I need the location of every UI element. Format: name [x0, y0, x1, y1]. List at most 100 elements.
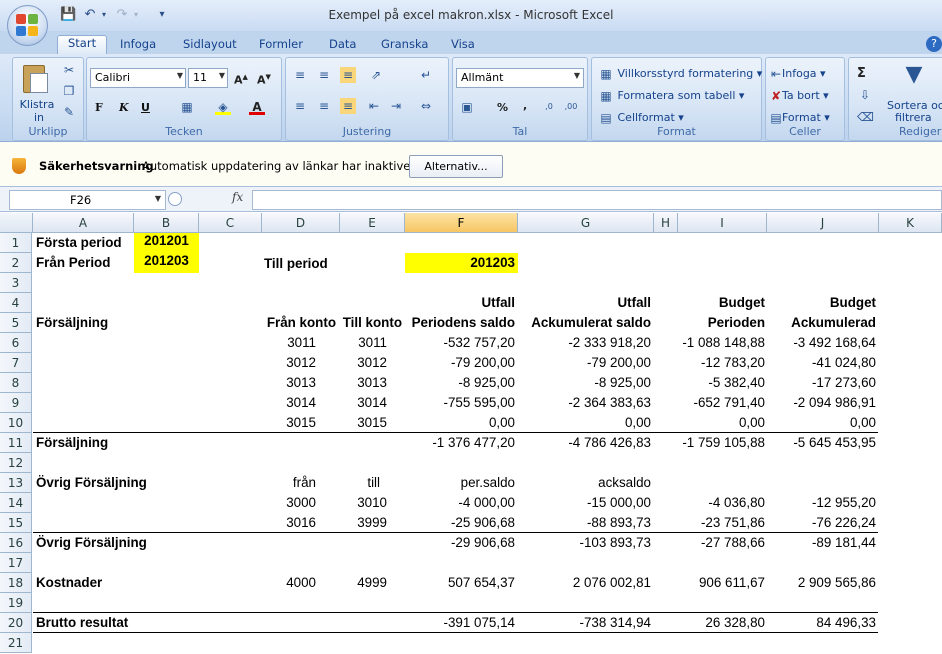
underline-button[interactable]: U: [141, 98, 150, 117]
tab-sidlayout[interactable]: Sidlayout: [183, 35, 237, 54]
row-header[interactable]: 14: [0, 493, 32, 513]
cell-j6[interactable]: -3 492 168,64: [767, 333, 876, 353]
cell-d9[interactable]: 3014: [262, 393, 316, 413]
cell-g14[interactable]: -15 000,00: [518, 493, 651, 513]
cell-e18[interactable]: 4999: [340, 573, 387, 593]
column-header-g[interactable]: G: [518, 213, 654, 233]
currency-icon[interactable]: ▣: [459, 99, 475, 115]
tab-start[interactable]: Start: [57, 35, 108, 54]
row-header[interactable]: 2: [0, 253, 32, 273]
conditional-formatting-button[interactable]: ▦ Villkorsstyrd formatering ▾: [598, 64, 762, 83]
cell-g15[interactable]: -88 893,73: [518, 513, 651, 533]
formula-input[interactable]: [252, 190, 942, 210]
cell-g9[interactable]: -2 364 383,63: [518, 393, 651, 413]
cell-j18[interactable]: 2 909 565,86: [767, 573, 876, 593]
insert-function-icon[interactable]: fx: [232, 190, 243, 204]
align-top-icon[interactable]: ≡: [292, 67, 308, 83]
cell-j10[interactable]: 0,00: [767, 413, 876, 433]
cell-a16[interactable]: Övrig Försäljning: [36, 533, 147, 553]
cell-a2[interactable]: Från Period: [36, 253, 110, 273]
cell-g13[interactable]: acksaldo: [518, 473, 651, 493]
cell-f20[interactable]: -391 075,14: [405, 613, 515, 633]
cell-f16[interactable]: -29 906,68: [405, 533, 515, 553]
row-header[interactable]: 7: [0, 353, 32, 373]
tab-granska[interactable]: Granska: [381, 35, 428, 54]
undo-dropdown-icon[interactable]: ▾: [96, 7, 112, 23]
help-icon[interactable]: ?: [926, 36, 942, 52]
column-header-i[interactable]: I: [678, 213, 767, 233]
decrease-decimal-icon[interactable]: ,00: [563, 99, 579, 115]
tab-data[interactable]: Data: [329, 35, 356, 54]
cell-f9[interactable]: -755 595,00: [405, 393, 515, 413]
sort-filter-icon[interactable]: ▼: [901, 62, 927, 88]
cell-f10[interactable]: 0,00: [405, 413, 515, 433]
cell-j11[interactable]: -5 645 453,95: [767, 433, 876, 453]
column-header-d[interactable]: D: [262, 213, 340, 233]
delete-cells-button[interactable]: ✘Ta bort ▾: [770, 86, 829, 105]
paste-label-2[interactable]: in: [19, 111, 59, 124]
insert-cells-button[interactable]: ⇤Infoga ▾: [770, 64, 826, 83]
cell-i10[interactable]: 0,00: [678, 413, 765, 433]
row-header[interactable]: 20: [0, 613, 32, 633]
wrap-text-icon[interactable]: ↵: [418, 67, 434, 83]
align-bottom-icon[interactable]: ≡: [340, 67, 356, 83]
cell-d8[interactable]: 3013: [262, 373, 316, 393]
shrink-font-button[interactable]: A▼: [257, 68, 271, 87]
cell-e6[interactable]: 3011: [340, 333, 387, 353]
font-name-select[interactable]: Calibri ▼: [90, 68, 186, 88]
cell-a11[interactable]: Försäljning: [36, 433, 108, 453]
cell-f5[interactable]: Periodens saldo: [405, 313, 515, 333]
cell-f8[interactable]: -8 925,00: [405, 373, 515, 393]
cell-i9[interactable]: -652 791,40: [678, 393, 765, 413]
save-icon[interactable]: 💾: [60, 7, 76, 23]
select-all-button[interactable]: [0, 213, 33, 233]
paste-label[interactable]: Klistra: [17, 98, 57, 111]
row-header[interactable]: 3: [0, 273, 32, 293]
column-header-c[interactable]: C: [199, 213, 262, 233]
tab-visa[interactable]: Visa: [451, 35, 475, 54]
cell-b2[interactable]: 201203: [134, 251, 199, 271]
cell-f6[interactable]: -532 757,20: [405, 333, 515, 353]
cell-f11[interactable]: -1 376 477,20: [405, 433, 515, 453]
cell-i6[interactable]: -1 088 148,88: [678, 333, 765, 353]
column-header-h[interactable]: H: [654, 213, 678, 233]
cell-g11[interactable]: -4 786 426,83: [518, 433, 651, 453]
cell-j20[interactable]: 84 496,33: [767, 613, 876, 633]
align-middle-icon[interactable]: ≡: [316, 67, 332, 83]
cell-j9[interactable]: -2 094 986,91: [767, 393, 876, 413]
cell-a13[interactable]: Övrig Försäljning: [36, 473, 147, 493]
name-box[interactable]: F26 ▼: [9, 190, 166, 210]
align-right-icon[interactable]: ≡: [340, 98, 356, 114]
row-header[interactable]: 10: [0, 413, 32, 433]
copy-icon[interactable]: ❐: [61, 83, 77, 99]
cell-e7[interactable]: 3012: [340, 353, 387, 373]
tab-infoga[interactable]: Infoga: [120, 35, 156, 54]
cell-g20[interactable]: -738 314,94: [518, 613, 651, 633]
italic-button[interactable]: K: [119, 98, 129, 117]
cell-f18[interactable]: 507 654,37: [405, 573, 515, 593]
row-header[interactable]: 18: [0, 573, 32, 593]
cell-j7[interactable]: -41 024,80: [767, 353, 876, 373]
align-center-icon[interactable]: ≡: [316, 98, 332, 114]
tab-formler[interactable]: Formler: [259, 35, 303, 54]
customize-qat-icon[interactable]: ▾: [154, 7, 170, 23]
column-header-a[interactable]: A: [33, 213, 134, 233]
cell-b1[interactable]: 201201: [134, 231, 199, 251]
cell-e8[interactable]: 3013: [340, 373, 387, 393]
merge-center-icon[interactable]: ⇔: [418, 98, 434, 114]
row-header[interactable]: 16: [0, 533, 32, 553]
options-button[interactable]: Alternativ...: [409, 155, 503, 178]
cell-d18[interactable]: 4000: [262, 573, 316, 593]
cell-g18[interactable]: 2 076 002,81: [518, 573, 651, 593]
cell-a18[interactable]: Kostnader: [36, 573, 102, 593]
row-header[interactable]: 1: [0, 233, 32, 253]
cell-d5[interactable]: Från konto: [262, 313, 336, 333]
cell-d15[interactable]: 3016: [262, 513, 316, 533]
font-color-icon[interactable]: A: [249, 99, 265, 115]
cell-j4[interactable]: Budget: [767, 293, 876, 313]
cell-i20[interactable]: 26 328,80: [678, 613, 765, 633]
increase-decimal-icon[interactable]: ,0: [541, 99, 557, 115]
cell-d10[interactable]: 3015: [262, 413, 316, 433]
paste-icon[interactable]: [21, 61, 51, 95]
cell-f7[interactable]: -79 200,00: [405, 353, 515, 373]
